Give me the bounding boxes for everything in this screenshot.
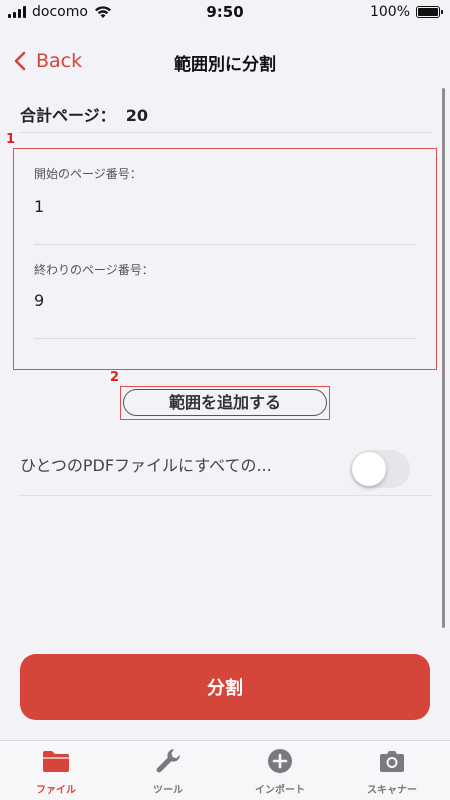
folder-icon (43, 751, 69, 772)
end-page-input[interactable] (34, 291, 414, 310)
tab-tools[interactable]: ツール (112, 747, 224, 796)
tab-label: スキャナー (367, 785, 417, 796)
cellular-signal-icon (8, 6, 26, 18)
back-button[interactable]: Back (14, 50, 82, 72)
start-page-label: 開始のページ番号： (34, 167, 142, 181)
tab-files[interactable]: ファイル (0, 747, 112, 796)
total-pages: 合計ページ： 20 (20, 102, 148, 126)
total-pages-label: 合計ページ： (20, 106, 116, 125)
tab-scanner[interactable]: スキャナー (336, 747, 448, 796)
plus-circle-icon (268, 749, 292, 773)
tab-import[interactable]: インポート (224, 747, 336, 796)
carrier-name: docomo (32, 4, 88, 20)
status-left: docomo (8, 4, 112, 20)
chevron-left-icon (14, 51, 26, 71)
end-page-label: 終わりのページ番号： (34, 263, 154, 277)
battery-icon (416, 6, 443, 18)
page-range-card: 開始のページ番号： 終わりのページ番号： (13, 148, 437, 370)
tab-label: ツール (153, 785, 183, 796)
toggle-knob (352, 452, 386, 486)
merge-option-toggle[interactable] (350, 450, 410, 488)
annotation-marker-1: 1 (6, 132, 16, 147)
status-right: 100% (369, 4, 443, 20)
camera-icon (380, 751, 404, 772)
total-pages-value: 20 (125, 106, 148, 125)
back-label: Back (36, 50, 83, 72)
screen: docomo 9:50 100% Back 範囲別に分割 合計ページ： 20 1 (0, 0, 450, 800)
wifi-icon (94, 6, 111, 18)
start-page-input[interactable] (34, 197, 414, 216)
merge-option-label: ひとつのPDFファイルにすべての... (20, 456, 272, 475)
tab-label: ファイル (36, 785, 76, 796)
split-button[interactable]: 分割 (20, 654, 430, 720)
add-range-button[interactable]: 範囲を追加する (123, 389, 327, 416)
divider (18, 495, 432, 496)
nav-bar: Back 範囲別に分割 (0, 40, 450, 84)
status-bar: docomo 9:50 100% (0, 0, 450, 26)
wrench-icon (156, 748, 181, 773)
annotation-marker-2: 2 (110, 370, 120, 385)
tab-label: インポート (255, 785, 305, 796)
end-page-underline (34, 338, 416, 339)
battery-percent: 100% (369, 4, 410, 20)
tab-bar: ファイル ツール インポート スキャナー (0, 740, 450, 800)
divider (18, 132, 432, 133)
start-page-underline (34, 244, 416, 245)
scrollbar[interactable] (442, 88, 445, 628)
